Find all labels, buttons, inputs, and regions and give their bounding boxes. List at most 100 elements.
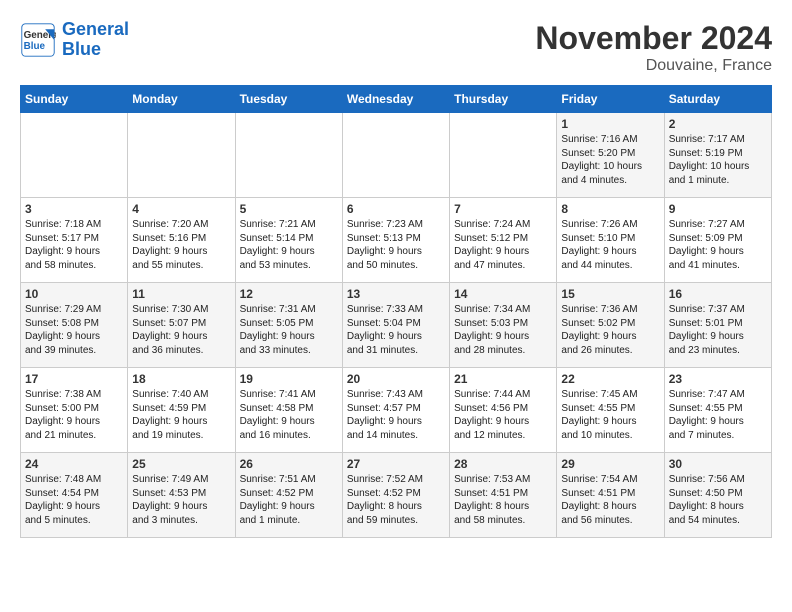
page-header: General Blue General Blue November 2024 … xyxy=(20,20,772,75)
day-info: Sunrise: 7:43 AM Sunset: 4:57 PM Dayligh… xyxy=(347,388,445,442)
day-number: 29 xyxy=(561,457,659,471)
day-info: Sunrise: 7:21 AM Sunset: 5:14 PM Dayligh… xyxy=(240,218,338,272)
day-number: 25 xyxy=(132,457,230,471)
calendar-table: SundayMondayTuesdayWednesdayThursdayFrid… xyxy=(20,85,772,538)
day-number: 10 xyxy=(25,287,123,301)
day-info: Sunrise: 7:40 AM Sunset: 4:59 PM Dayligh… xyxy=(132,388,230,442)
day-info: Sunrise: 7:24 AM Sunset: 5:12 PM Dayligh… xyxy=(454,218,552,272)
weekday-header: Tuesday xyxy=(235,86,342,113)
day-number: 20 xyxy=(347,372,445,386)
calendar-cell: 5 Sunrise: 7:21 AM Sunset: 5:14 PM Daylig… xyxy=(235,198,342,283)
calendar-cell: 10 Sunrise: 7:29 AM Sunset: 5:08 PM Dayli… xyxy=(21,283,128,368)
day-info: Sunrise: 7:38 AM Sunset: 5:00 PM Dayligh… xyxy=(25,388,123,442)
calendar-cell: 4 Sunrise: 7:20 AM Sunset: 5:16 PM Daylig… xyxy=(128,198,235,283)
weekday-header: Sunday xyxy=(21,86,128,113)
day-number: 15 xyxy=(561,287,659,301)
calendar-cell: 11 Sunrise: 7:30 AM Sunset: 5:07 PM Dayli… xyxy=(128,283,235,368)
day-info: Sunrise: 7:36 AM Sunset: 5:02 PM Dayligh… xyxy=(561,303,659,357)
day-info: Sunrise: 7:27 AM Sunset: 5:09 PM Dayligh… xyxy=(669,218,767,272)
calendar-cell: 27 Sunrise: 7:52 AM Sunset: 4:52 PM Dayli… xyxy=(342,453,449,538)
day-number: 5 xyxy=(240,202,338,216)
calendar-cell: 1 Sunrise: 7:16 AM Sunset: 5:20 PM Daylig… xyxy=(557,113,664,198)
calendar-cell: 26Sunrise: 7:51 AM Sunset: 4:52 PM Dayli… xyxy=(235,453,342,538)
logo-icon: General Blue xyxy=(20,22,56,58)
weekday-header: Thursday xyxy=(450,86,557,113)
day-info: Sunrise: 7:26 AM Sunset: 5:10 PM Dayligh… xyxy=(561,218,659,272)
calendar-cell: 7 Sunrise: 7:24 AM Sunset: 5:12 PM Daylig… xyxy=(450,198,557,283)
calendar-cell: 23 Sunrise: 7:47 AM Sunset: 4:55 PM Dayli… xyxy=(664,368,771,453)
day-info: Sunrise: 7:37 AM Sunset: 5:01 PM Dayligh… xyxy=(669,303,767,357)
weekday-header-row: SundayMondayTuesdayWednesdayThursdayFrid… xyxy=(21,86,772,113)
day-info: Sunrise: 7:52 AM Sunset: 4:52 PM Dayligh… xyxy=(347,473,445,527)
title-block: November 2024 Douvaine, France xyxy=(535,20,772,75)
logo-text: General Blue xyxy=(62,20,129,60)
calendar-cell: 3 Sunrise: 7:18 AM Sunset: 5:17 PM Daylig… xyxy=(21,198,128,283)
day-number: 24 xyxy=(25,457,123,471)
day-info: Sunrise: 7:18 AM Sunset: 5:17 PM Dayligh… xyxy=(25,218,123,272)
day-number: 11 xyxy=(132,287,230,301)
day-info: Sunrise: 7:20 AM Sunset: 5:16 PM Dayligh… xyxy=(132,218,230,272)
calendar-week-row: 17 Sunrise: 7:38 AM Sunset: 5:00 PM Dayli… xyxy=(21,368,772,453)
day-number: 28 xyxy=(454,457,552,471)
day-number: 13 xyxy=(347,287,445,301)
day-info: Sunrise: 7:41 AM Sunset: 4:58 PM Dayligh… xyxy=(240,388,338,442)
calendar-cell: 25 Sunrise: 7:49 AM Sunset: 4:53 PM Dayli… xyxy=(128,453,235,538)
day-info: Sunrise: 7:16 AM Sunset: 5:20 PM Dayligh… xyxy=(561,133,659,187)
calendar-week-row: 1 Sunrise: 7:16 AM Sunset: 5:20 PM Daylig… xyxy=(21,113,772,198)
day-number: 30 xyxy=(669,457,767,471)
calendar-cell: 12 Sunrise: 7:31 AM Sunset: 5:05 PM Dayli… xyxy=(235,283,342,368)
day-number: 2 xyxy=(669,117,767,131)
weekday-header: Saturday xyxy=(664,86,771,113)
day-info: Sunrise: 7:47 AM Sunset: 4:55 PM Dayligh… xyxy=(669,388,767,442)
day-info: Sunrise: 7:31 AM Sunset: 5:05 PM Dayligh… xyxy=(240,303,338,357)
day-number: 6 xyxy=(347,202,445,216)
day-info: Sunrise: 7:34 AM Sunset: 5:03 PM Dayligh… xyxy=(454,303,552,357)
day-number: 22 xyxy=(561,372,659,386)
calendar-cell xyxy=(235,113,342,198)
calendar-cell xyxy=(342,113,449,198)
calendar-cell: 28 Sunrise: 7:53 AM Sunset: 4:51 PM Dayli… xyxy=(450,453,557,538)
day-info: Sunrise: 7:23 AM Sunset: 5:13 PM Dayligh… xyxy=(347,218,445,272)
day-number: 27 xyxy=(347,457,445,471)
day-info: Sunrise: 7:30 AM Sunset: 5:07 PM Dayligh… xyxy=(132,303,230,357)
day-number: 18 xyxy=(132,372,230,386)
day-number: 14 xyxy=(454,287,552,301)
calendar-cell xyxy=(21,113,128,198)
weekday-header: Friday xyxy=(557,86,664,113)
month-title: November 2024 xyxy=(535,20,772,57)
calendar-cell: 8Sunrise: 7:26 AM Sunset: 5:10 PM Daylig… xyxy=(557,198,664,283)
weekday-header: Wednesday xyxy=(342,86,449,113)
calendar-cell: 6 Sunrise: 7:23 AM Sunset: 5:13 PM Daylig… xyxy=(342,198,449,283)
day-number: 23 xyxy=(669,372,767,386)
calendar-cell: 15 Sunrise: 7:36 AM Sunset: 5:02 PM Dayli… xyxy=(557,283,664,368)
day-number: 7 xyxy=(454,202,552,216)
day-info: Sunrise: 7:48 AM Sunset: 4:54 PM Dayligh… xyxy=(25,473,123,527)
calendar-cell: 2Sunrise: 7:17 AM Sunset: 5:19 PM Daylig… xyxy=(664,113,771,198)
day-number: 4 xyxy=(132,202,230,216)
day-number: 9 xyxy=(669,202,767,216)
day-info: Sunrise: 7:53 AM Sunset: 4:51 PM Dayligh… xyxy=(454,473,552,527)
location: Douvaine, France xyxy=(535,57,772,75)
calendar-cell: 30 Sunrise: 7:56 AM Sunset: 4:50 PM Dayli… xyxy=(664,453,771,538)
day-info: Sunrise: 7:54 AM Sunset: 4:51 PM Dayligh… xyxy=(561,473,659,527)
calendar-week-row: 10 Sunrise: 7:29 AM Sunset: 5:08 PM Dayli… xyxy=(21,283,772,368)
day-number: 17 xyxy=(25,372,123,386)
day-number: 16 xyxy=(669,287,767,301)
calendar-cell: 17 Sunrise: 7:38 AM Sunset: 5:00 PM Dayli… xyxy=(21,368,128,453)
logo-line1: General xyxy=(62,19,129,39)
calendar-cell: 21Sunrise: 7:44 AM Sunset: 4:56 PM Dayli… xyxy=(450,368,557,453)
day-info: Sunrise: 7:49 AM Sunset: 4:53 PM Dayligh… xyxy=(132,473,230,527)
calendar-cell: 13Sunrise: 7:33 AM Sunset: 5:04 PM Dayli… xyxy=(342,283,449,368)
calendar-cell: 22 Sunrise: 7:45 AM Sunset: 4:55 PM Dayli… xyxy=(557,368,664,453)
day-number: 3 xyxy=(25,202,123,216)
logo: General Blue General Blue xyxy=(20,20,129,60)
day-number: 12 xyxy=(240,287,338,301)
calendar-cell xyxy=(128,113,235,198)
day-info: Sunrise: 7:56 AM Sunset: 4:50 PM Dayligh… xyxy=(669,473,767,527)
calendar-cell: 16 Sunrise: 7:37 AM Sunset: 5:01 PM Dayli… xyxy=(664,283,771,368)
day-info: Sunrise: 7:45 AM Sunset: 4:55 PM Dayligh… xyxy=(561,388,659,442)
day-number: 1 xyxy=(561,117,659,131)
day-info: Sunrise: 7:29 AM Sunset: 5:08 PM Dayligh… xyxy=(25,303,123,357)
calendar-cell: 20 Sunrise: 7:43 AM Sunset: 4:57 PM Dayli… xyxy=(342,368,449,453)
calendar-cell: 14 Sunrise: 7:34 AM Sunset: 5:03 PM Dayli… xyxy=(450,283,557,368)
